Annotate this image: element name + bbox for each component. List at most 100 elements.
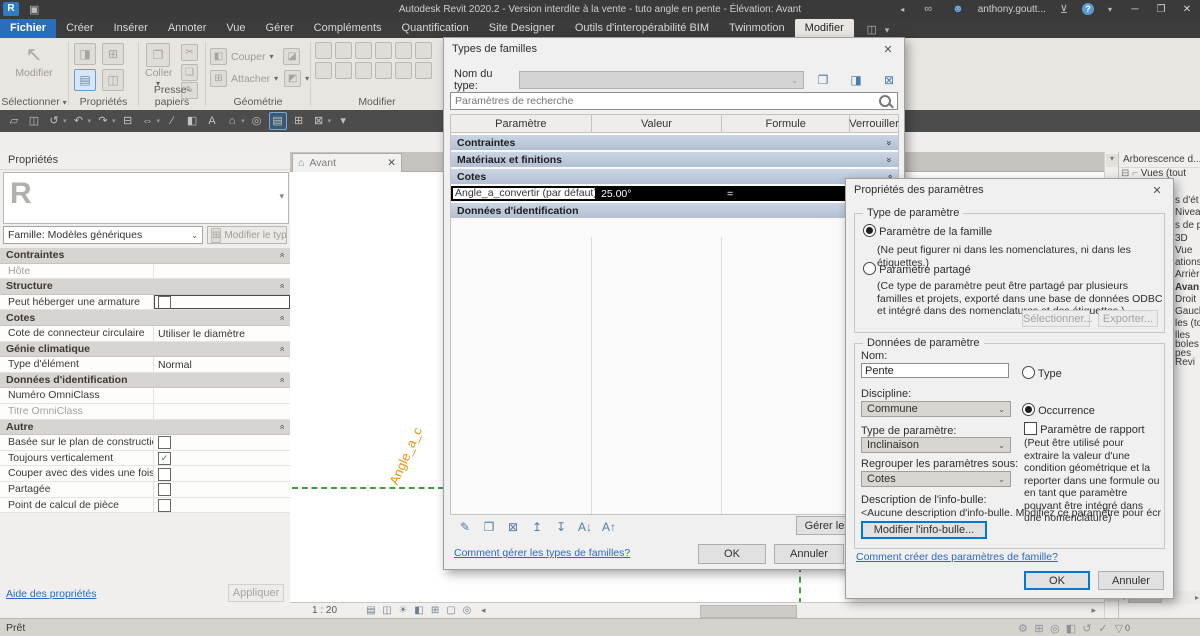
section-donn-es-d-identification[interactable]: Données d'identification» [0,373,290,389]
paint-icon[interactable]: ◪ [283,48,300,65]
user-icon[interactable]: ☻ [952,3,964,15]
open-icon[interactable]: ▱ [6,113,22,129]
apply-button[interactable]: Appliquer [228,584,284,602]
parameter-group-donn-es-d-identification[interactable]: Données d'identification» [451,203,898,218]
close-hidden-windows-icon-caret[interactable]: ▾ [328,117,332,125]
type-name-select[interactable]: ⌄ [519,71,804,89]
reporting-parameter-checkbox[interactable]: Paramètre de rapport [1024,422,1145,436]
redo-icon-caret[interactable]: ▾ [112,117,116,125]
checkbox-icon[interactable] [158,483,171,496]
section-icon[interactable]: ◎ [249,113,265,129]
reference-plane-vertical[interactable] [799,566,801,604]
horizontal-scrollbar-thumb[interactable] [700,605,797,618]
measure-icon[interactable]: ⇔ [140,113,156,129]
signed-in-user[interactable]: anthony.goutt... [978,4,1046,15]
modify-tool-icon[interactable] [355,62,372,79]
selection-toggle-icon[interactable]: ✓ [1095,622,1111,635]
browser-item-fragment[interactable]: Vue [1175,245,1192,256]
browser-item-fragment[interactable]: Nivea [1175,207,1200,218]
tab-modifier[interactable]: Modifier [795,19,854,38]
section-autre[interactable]: Autre» [0,420,290,436]
checkbox-icon[interactable]: ✓ [158,452,171,465]
undo-icon[interactable]: ↶ [71,113,87,129]
property-value[interactable]: Normal [154,357,290,372]
move-down-icon[interactable]: ↧ [552,520,570,534]
delete-type-icon[interactable]: ⊠ [880,73,898,87]
browser-item-fragment[interactable]: s d'ét [1175,195,1199,206]
modify-tool-icon[interactable] [415,42,432,59]
checkbox-icon[interactable] [1024,422,1037,435]
design-options-icon[interactable]: ◧ [1063,622,1079,635]
tab-site-designer[interactable]: Site Designer [479,19,565,38]
restore-button[interactable]: ❐ [1152,4,1170,15]
move-up-icon[interactable]: ↥ [528,520,546,534]
radio-icon[interactable] [1022,366,1035,379]
checkbox-icon[interactable] [158,499,171,512]
new-parameter-icon[interactable]: ❐ [480,520,498,534]
split-face-icon[interactable]: ◩ [284,70,301,87]
modify-tool-icon[interactable] [375,62,392,79]
reveal-hidden-icon[interactable]: ◎ [460,605,474,616]
detail-level-icon[interactable]: ▤ [364,605,378,616]
scroll-right-icon[interactable]: ▸ [1091,605,1096,616]
col-verrouiller[interactable]: Verrouiller [850,115,898,132]
customize-qat-icon[interactable]: ▾ [335,113,351,129]
property-value[interactable] [154,388,290,403]
sun-path-icon[interactable]: ☀ [396,605,410,616]
occurrence-radio[interactable]: Occurrence [1022,403,1095,417]
browser-item-fragment[interactable]: Arrièr [1175,269,1199,280]
measure-icon-caret[interactable]: ▾ [157,117,161,125]
property-value[interactable] [154,264,290,279]
modify-tool-icon[interactable] [335,62,352,79]
close-button[interactable]: ✕ [1178,4,1196,15]
default-3d-view-icon[interactable]: ⌂ [224,113,240,129]
property-value[interactable] [154,466,290,481]
infocenter-icon[interactable]: ▣ [29,3,39,16]
browser-item-fragment[interactable]: 3D [1175,233,1188,244]
modify-contextual-icon[interactable]: ◫ [864,22,880,38]
parameter-type-select[interactable]: Inclinaison⌄ [861,437,1011,453]
panel-modify-label[interactable]: Modifier [311,96,443,108]
ok-button[interactable]: OK [698,544,766,564]
browser-item-fragment[interactable]: Droit [1175,294,1196,305]
edit-tooltip-button[interactable]: Modifier l'info-bulle... [861,521,987,539]
collapse-icon[interactable]: » [276,346,286,351]
parameter-help-link[interactable]: Comment créer des paramètres de famille? [856,551,1058,563]
collapse-icon[interactable]: » [276,424,286,429]
name-input[interactable] [861,363,1009,378]
browser-scroll-right-icon[interactable]: ▸ [1195,593,1199,602]
paste-button[interactable]: ❐ Coller ▾ [145,43,171,88]
collapse-icon[interactable]: » [276,378,286,383]
radio-icon[interactable] [1022,403,1035,416]
group-under-select[interactable]: Cotes⌄ [861,471,1011,487]
tab-outils-d-interop-rabilit-bim[interactable]: Outils d'interopérabilité BIM [565,19,719,38]
visual-style-icon[interactable]: ◫ [380,605,394,616]
parameter-value[interactable]: 25.00° [597,188,727,200]
cut-geometry-button[interactable]: ◧ Couper▾ ◪ [210,48,300,65]
close-hidden-windows-icon[interactable]: ⊠ [311,113,327,129]
radio-icon[interactable] [863,224,876,237]
browser-item-fragment[interactable]: Revi [1175,357,1195,368]
panel-select-label[interactable]: Sélectionner ▾ [0,96,68,108]
checkbox-icon[interactable] [158,436,171,449]
property-value[interactable] [154,295,290,310]
property-value[interactable] [154,498,290,513]
redo-icon[interactable]: ↷ [95,113,111,129]
default-3d-view-icon-caret[interactable]: ▾ [241,117,245,125]
help-icon[interactable]: ? [1082,3,1094,15]
modify-tool-icon[interactable] [395,62,412,79]
group-chevron-icon[interactable]: » [884,140,894,145]
panel-geometry-label[interactable]: Géométrie [206,96,310,108]
alerts-icon[interactable]: ◎ [1047,622,1063,635]
family-types-ribbon-icon[interactable]: ▤ [74,69,96,91]
crop-view-icon[interactable]: ⊞ [428,605,442,616]
close-view-icon[interactable]: ✕ [387,157,396,169]
ok-button[interactable]: OK [1024,571,1090,590]
browser-item-fragment[interactable]: ations [1175,257,1200,268]
edit-parameter-icon[interactable]: ✎ [456,520,474,534]
minimize-button[interactable]: ─ [1126,4,1144,15]
scroll-up-icon[interactable]: ▾ [1106,154,1118,167]
revit-app-icon[interactable]: R [3,2,19,16]
radio-icon[interactable] [863,262,876,275]
sync-icon[interactable]: ↺ [46,113,62,129]
